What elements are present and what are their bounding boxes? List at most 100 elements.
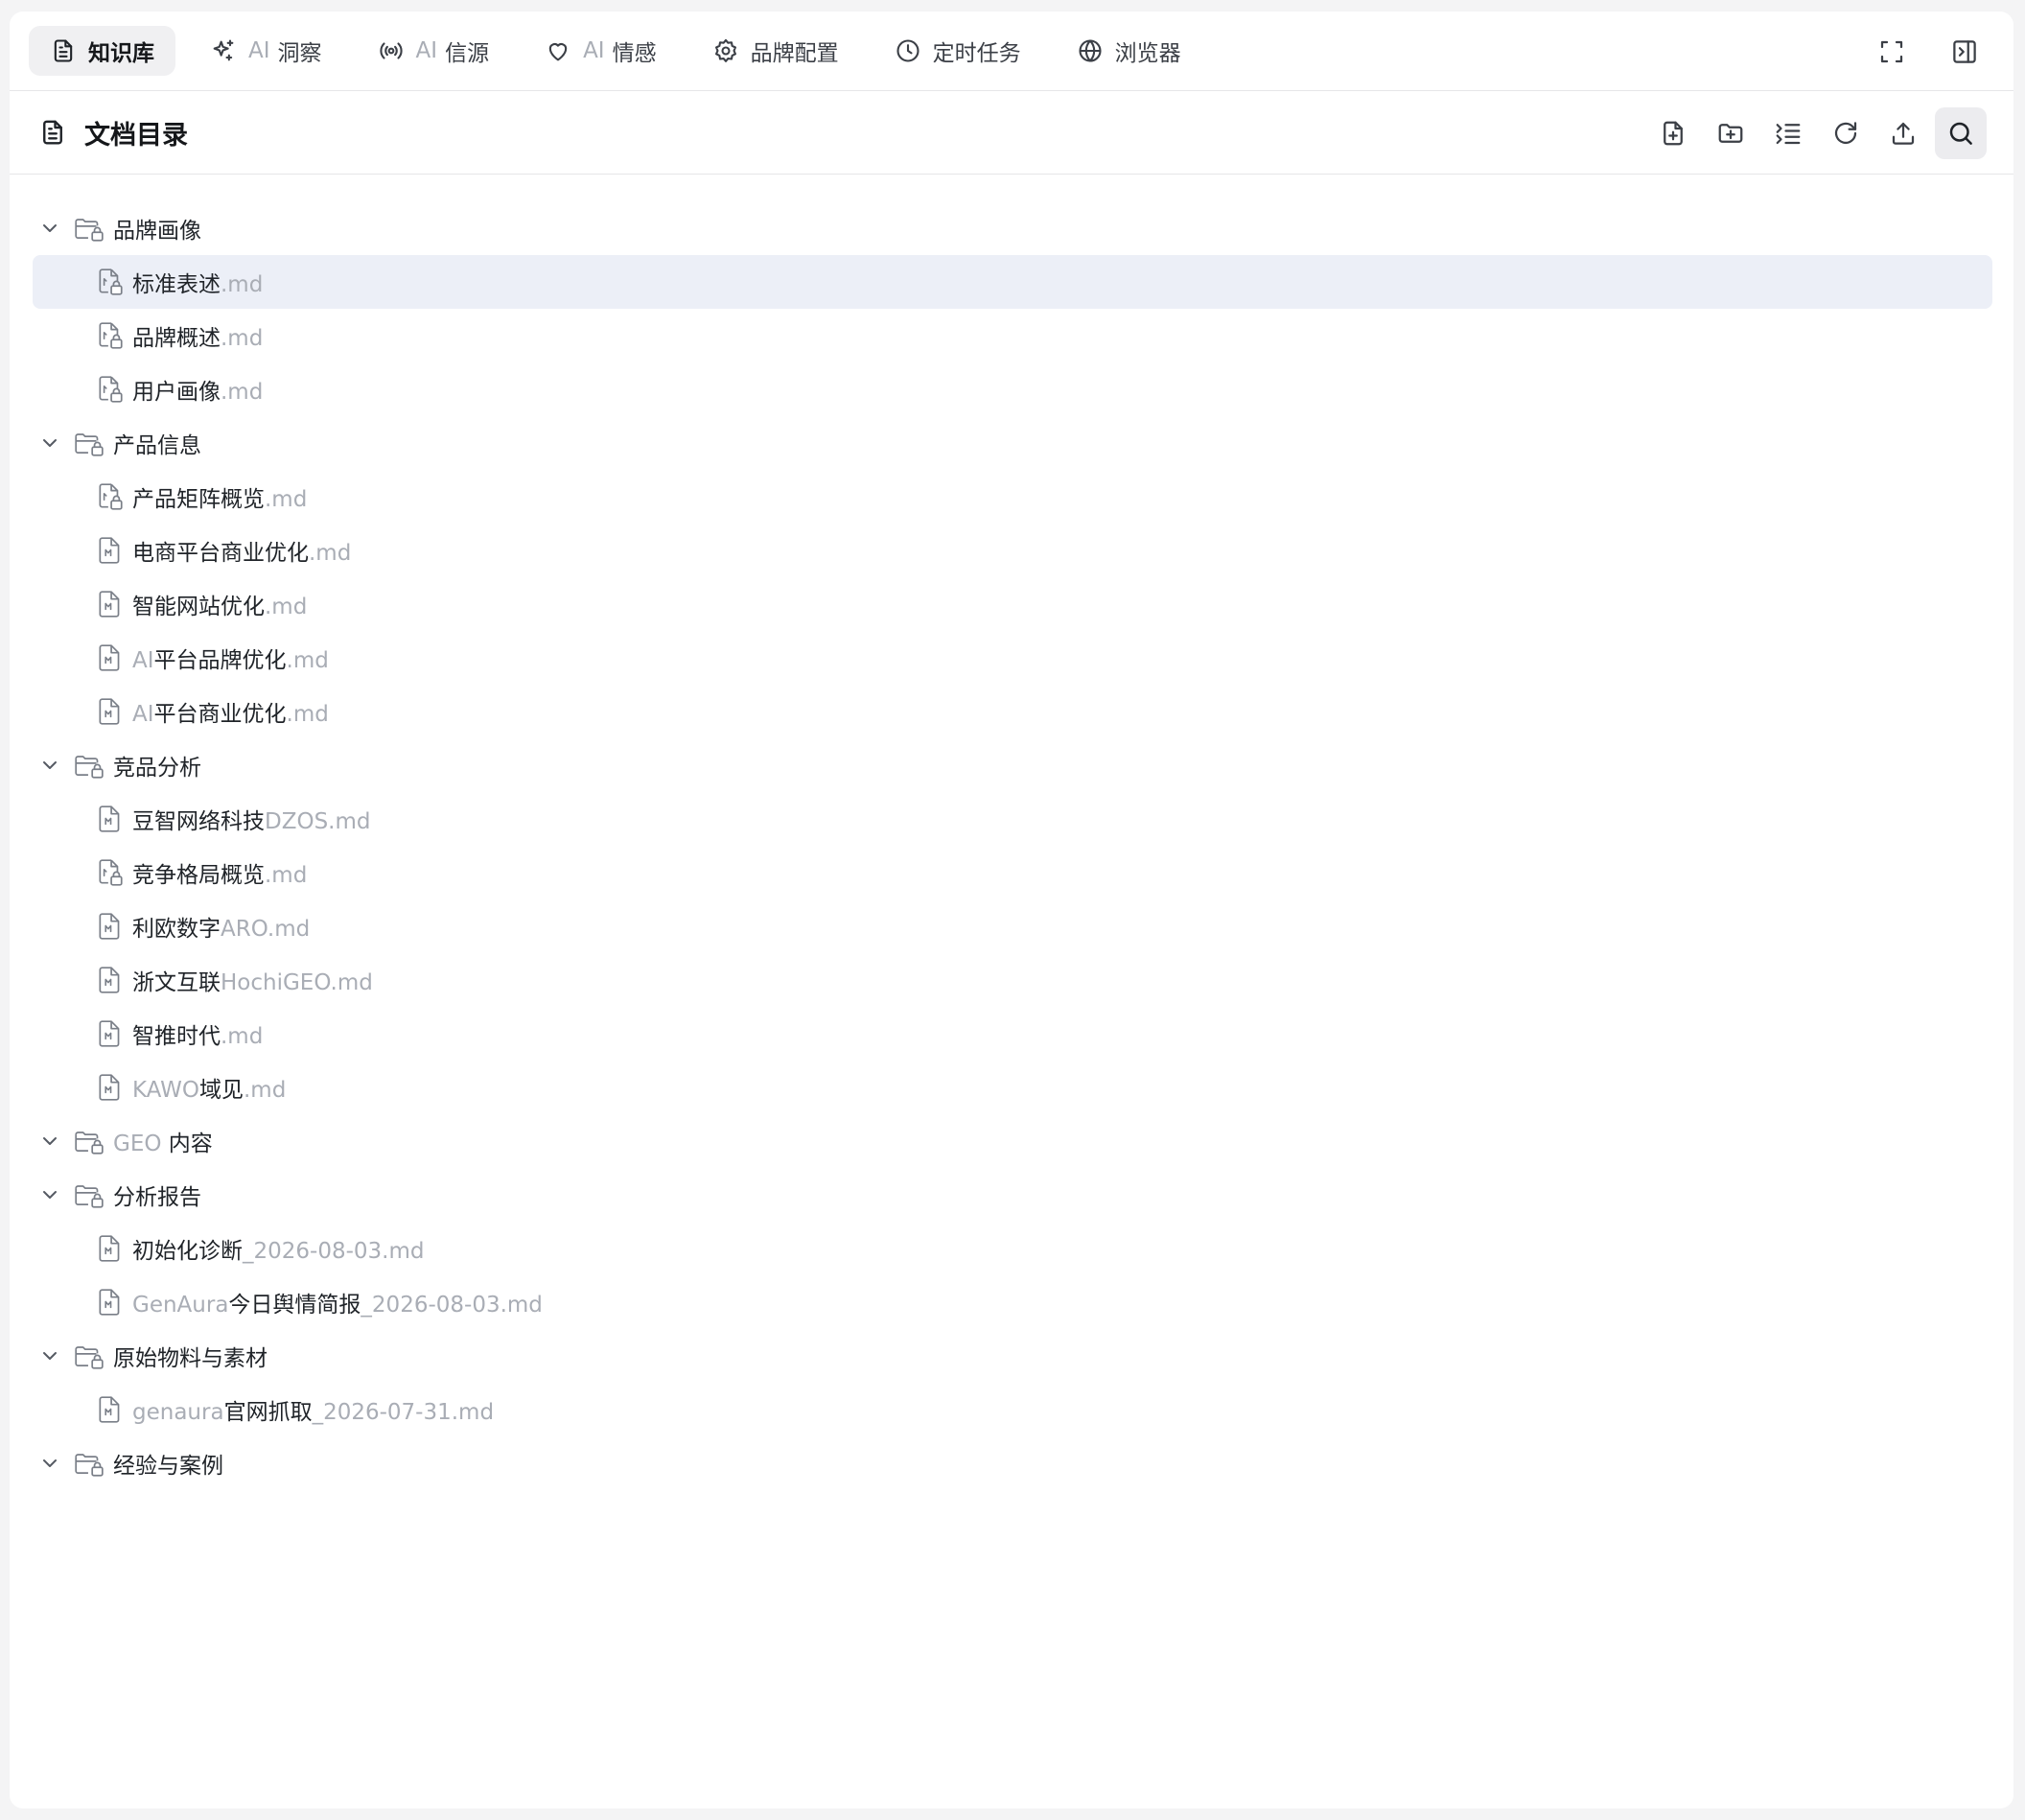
top-tab-bar: 知识库 AI 洞察 AI 信源 AI 情感 品牌配置 定时任务 浏览器 — [10, 12, 2013, 91]
tree-file[interactable]: 产品矩阵概览.md — [10, 470, 2013, 524]
broadcast-icon — [379, 42, 403, 59]
file-plus-icon — [1664, 121, 1683, 145]
heart-icon — [548, 43, 568, 61]
tab-ai-prefix: AI — [583, 38, 605, 63]
tab-ai-insight[interactable]: AI 洞察 — [189, 26, 343, 76]
label-part: 分析报告 — [113, 1185, 201, 1210]
tree-file[interactable]: 初始化诊断_2026-08-03.md — [10, 1222, 2013, 1275]
markdown-file-icon — [99, 967, 120, 993]
tab-browser[interactable]: 浏览器 — [1056, 26, 1202, 76]
tree-item-label: 电商平台商业优化.md — [132, 534, 351, 567]
new-folder-button[interactable] — [1705, 107, 1757, 159]
document-tree: 品牌画像 标准表述.md 品牌概述.md 用户画像.md 产品信息 产品矩阵概览.md 电商… — [10, 175, 2013, 1490]
tree-item-label: AI平台品牌优化.md — [132, 642, 329, 674]
markdown-file-icon — [99, 1020, 120, 1047]
label-part: 标准表述 — [132, 272, 221, 297]
tree-folder[interactable]: GEO 内容 — [10, 1114, 2013, 1168]
label-dim-part: .md — [265, 863, 308, 888]
search-button[interactable] — [1935, 106, 1987, 159]
tree-file[interactable]: AI平台商业优化.md — [10, 685, 2013, 738]
tree-item-label: GenAura今日舆情简报_2026-08-03.md — [132, 1286, 543, 1318]
tab-knowledge-base[interactable]: 知识库 — [29, 26, 175, 76]
new-file-button[interactable] — [1647, 107, 1699, 159]
page-title: 文档目录 — [84, 120, 188, 151]
tree-file[interactable]: 用户画像.md — [10, 362, 2013, 416]
tree-file[interactable]: 利欧数字ARO.md — [10, 899, 2013, 953]
markdown-file-icon — [99, 537, 120, 564]
tree-folder[interactable]: 原始物料与素材 — [10, 1329, 2013, 1383]
chevron-down-icon[interactable] — [38, 1183, 61, 1206]
markdown-file-icon — [99, 1289, 120, 1316]
label-part: 智能网站优化 — [132, 595, 265, 619]
locked-file-icon — [99, 483, 123, 510]
tree-file[interactable]: GenAura今日舆情简报_2026-08-03.md — [10, 1275, 2013, 1329]
tree-file[interactable]: 豆智网络科技DZOS.md — [10, 792, 2013, 846]
tree-file[interactable]: 智推时代.md — [10, 1007, 2013, 1061]
tree-item-label: AI平台商业优化.md — [132, 695, 329, 728]
tree-folder[interactable]: 经验与案例 — [10, 1436, 2013, 1490]
tree-item-label: genaura官网抓取_2026-07-31.md — [132, 1393, 494, 1426]
tab-ai-sentiment[interactable]: AI 情感 — [524, 26, 678, 76]
markdown-file-icon — [99, 1235, 120, 1262]
tree-folder[interactable]: 竞品分析 — [10, 738, 2013, 792]
label-part: 利欧数字 — [132, 917, 221, 942]
label-part: 竞争格局概览 — [132, 863, 265, 888]
upload-button[interactable] — [1877, 107, 1929, 159]
chevron-down-icon[interactable] — [38, 1452, 61, 1475]
directory-header: 文档目录 — [10, 91, 2013, 175]
refresh-button[interactable] — [1820, 107, 1872, 159]
tree-item-label: 初始化诊断_2026-08-03.md — [132, 1232, 424, 1265]
tree-folder[interactable]: 分析报告 — [10, 1168, 2013, 1222]
fullscreen-button[interactable] — [1866, 26, 1918, 78]
label-part: 今日舆情简报 — [228, 1293, 361, 1318]
tree-file[interactable]: 品牌概述.md — [10, 309, 2013, 362]
tab-scheduled-tasks[interactable]: 定时任务 — [873, 26, 1042, 76]
tree-file[interactable]: 智能网站优化.md — [10, 577, 2013, 631]
markdown-file-icon — [99, 698, 120, 725]
label-part: 原始物料与素材 — [113, 1346, 268, 1371]
label-dim-part: KAWO — [132, 1078, 199, 1103]
locked-folder-icon — [75, 1346, 104, 1369]
tree-file[interactable]: 浙文互联HochiGEO.md — [10, 953, 2013, 1007]
tab-ai-sources[interactable]: AI 信源 — [357, 26, 511, 76]
locked-folder-icon — [75, 1132, 104, 1155]
tree-folder[interactable]: 产品信息 — [10, 416, 2013, 470]
tree-file[interactable]: genaura官网抓取_2026-07-31.md — [10, 1383, 2013, 1436]
chevron-down-icon[interactable] — [38, 217, 61, 240]
tab-label: 定时任务 — [932, 41, 1021, 66]
tree-item-label: GEO 内容 — [113, 1125, 213, 1157]
tree-item-label: 智能网站优化.md — [132, 588, 307, 620]
chevron-down-icon[interactable] — [38, 754, 61, 777]
tree-item-label: 竞争格局概览.md — [132, 856, 307, 889]
collapse-all-button[interactable] — [1762, 107, 1814, 159]
chevron-down-icon[interactable] — [38, 1344, 61, 1367]
chevron-down-icon[interactable] — [38, 1130, 61, 1153]
tab-brand-config[interactable]: 品牌配置 — [691, 26, 860, 76]
tree-file[interactable]: 电商平台商业优化.md — [10, 524, 2013, 577]
tree-file[interactable]: 竞争格局概览.md — [10, 846, 2013, 899]
label-dim-part: .md — [286, 702, 329, 727]
tab-label: 情感 — [612, 41, 657, 66]
tree-file[interactable]: KAWO域见.md — [10, 1061, 2013, 1114]
markdown-file-icon — [99, 644, 120, 671]
chevron-down-icon[interactable] — [38, 432, 61, 455]
label-part: 经验与案例 — [113, 1454, 223, 1479]
tree-item-label: 用户画像.md — [132, 373, 263, 406]
toggle-panel-button[interactable] — [1939, 26, 1990, 78]
tab-ai-prefix: AI — [248, 38, 270, 63]
tree-item-label: 竞品分析 — [113, 749, 201, 782]
label-part: 产品矩阵概览 — [132, 487, 265, 512]
search-icon — [1949, 122, 1972, 145]
upload-icon — [1892, 122, 1915, 145]
markdown-file-icon — [99, 1396, 120, 1423]
tree-item-label: 利欧数字ARO.md — [132, 910, 310, 943]
tree-file[interactable]: 标准表述.md — [10, 255, 2013, 309]
locked-folder-icon — [75, 756, 104, 779]
markdown-file-icon — [99, 1074, 120, 1101]
tree-file[interactable]: AI平台品牌优化.md — [10, 631, 2013, 685]
label-dim-part: .md — [286, 648, 329, 673]
label-part: 初始化诊断 — [132, 1239, 243, 1264]
label-dim-part: HochiGEO.md — [221, 970, 373, 995]
tree-folder[interactable]: 品牌画像 — [10, 201, 2013, 255]
label-part: 产品信息 — [113, 433, 201, 458]
